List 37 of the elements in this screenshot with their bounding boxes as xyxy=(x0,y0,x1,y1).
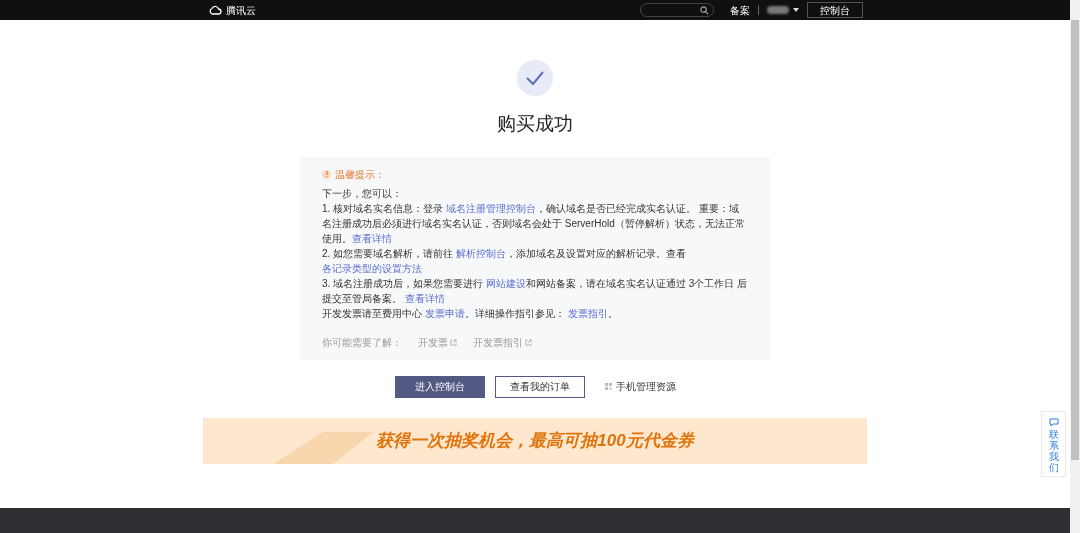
search-icon xyxy=(700,5,709,15)
page-title: 购买成功 xyxy=(497,112,573,136)
console-button[interactable]: 控制台 xyxy=(807,2,863,18)
notice-link[interactable]: 各记录类型的设置方法 xyxy=(322,262,422,274)
notice-link[interactable]: 查看详情 xyxy=(404,292,445,304)
related-link[interactable]: 开发票 xyxy=(418,334,457,350)
notice-heading: 温馨提示： xyxy=(335,167,385,182)
notice-paragraph: 下一步，您可以： xyxy=(322,186,403,201)
notice-link[interactable]: 发票申请 xyxy=(424,307,465,319)
cloud-logo-icon xyxy=(208,5,222,15)
chat-icon xyxy=(1048,418,1059,427)
contact-text: 联系我们 xyxy=(1048,429,1059,473)
notice-paragraph: 2. 如您需要域名解析，请前往 解析控制台，添加域名及设置对应的解析记录。查看 各记录类型的设置方法 xyxy=(322,246,687,276)
notice-paragraph: 开发发票请至费用中心 发票申请。详细操作指引参见： 发票指引。 xyxy=(322,306,619,321)
notice-link[interactable]: 网站建设 xyxy=(485,277,526,289)
my-orders-button[interactable]: 查看我的订单 xyxy=(494,375,585,398)
promo-banner[interactable]: 获得一次抽奖机会，最高可抽100元代金券 xyxy=(203,417,867,464)
banner-text: 获得一次抽奖机会，最高可抽100元代金券 xyxy=(376,429,694,452)
external-link-icon xyxy=(525,338,532,346)
logo-text: 腾讯云 xyxy=(226,3,256,18)
related-link[interactable]: 开发票指引 xyxy=(473,334,532,350)
related-label: 你可能需要了解： xyxy=(322,335,402,350)
notice-paragraph: 3. 域名注册成功后，如果您需要进行 网站建设和网站备案，请在域名实名认证通过 3个工作日 后提交至管局备案。 查看详情 xyxy=(322,276,748,306)
notice-link[interactable]: 发票指引 xyxy=(567,307,608,319)
qr-code-icon xyxy=(604,383,612,390)
notice-link[interactable]: 查看详情 xyxy=(352,232,392,244)
enter-console-button[interactable]: 进入控制台 xyxy=(394,375,485,398)
mobile-manage-link[interactable]: 手机管理资源 xyxy=(604,379,676,394)
caret-icon[interactable] xyxy=(793,8,799,12)
nav-link[interactable]: 备案 xyxy=(730,2,750,18)
notice-link[interactable]: 域名注册管理控制台 xyxy=(445,202,536,214)
blurred-username xyxy=(767,6,789,14)
warning-icon xyxy=(322,169,331,179)
notice-paragraph: 1. 核对域名实名信息：登录 域名注册管理控制台，确认域名是否已经完成实名认证。 重要：域名注册成功后必须进行域名实名认证，否则域名会处于 ServerHold（暂停解析）状态，无法正常使用。查看详情 xyxy=(322,201,746,246)
notice-link[interactable]: 解析控制台 xyxy=(455,247,506,259)
contact-widget[interactable]: 联系我们 xyxy=(1041,411,1066,477)
external-link-icon xyxy=(450,338,457,346)
